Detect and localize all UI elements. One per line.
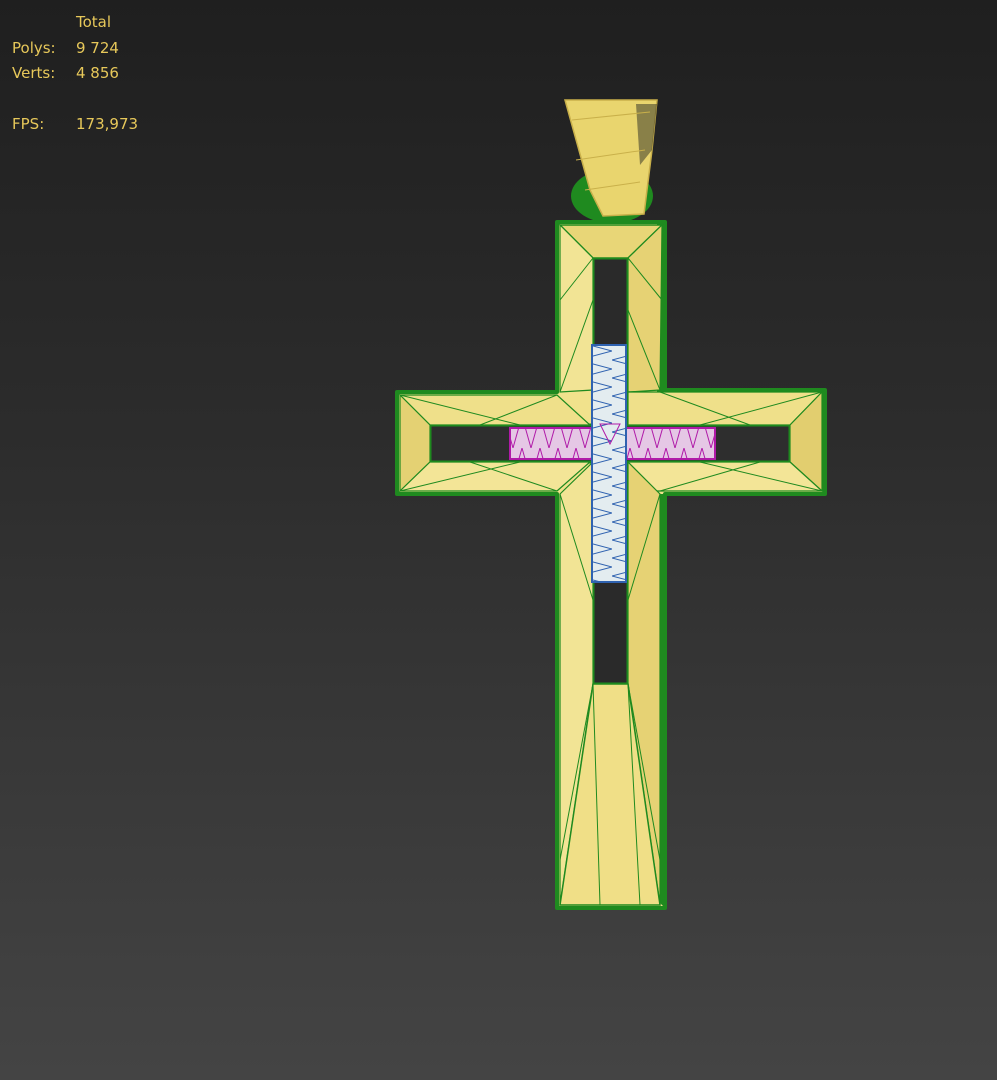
right-arm-bottom-face <box>627 461 824 492</box>
right-arm-top-face <box>627 391 824 426</box>
insert-wire <box>592 345 626 582</box>
viewport[interactable]: Total Polys: 9 724 Verts: 4 856 FPS: 173… <box>0 0 997 1080</box>
cross-pendant-model[interactable] <box>0 0 997 1080</box>
left-arm-bottom-face <box>398 461 592 492</box>
bail <box>564 99 658 223</box>
left-arm-top-face <box>398 394 592 426</box>
vertical-insert <box>591 344 627 583</box>
